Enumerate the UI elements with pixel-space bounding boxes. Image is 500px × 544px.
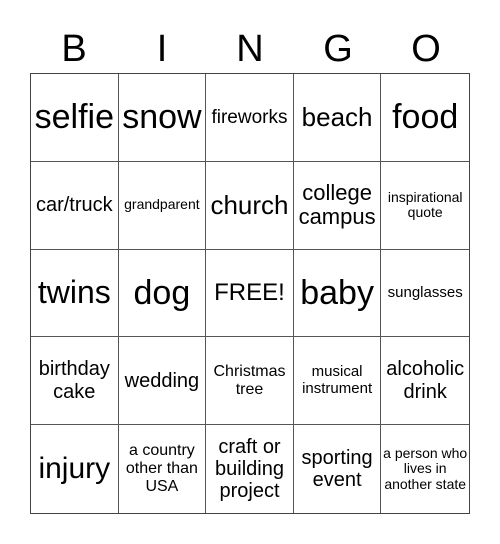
bingo-header: B I N G O — [30, 26, 470, 72]
bingo-cell[interactable]: a person who lives in another state — [381, 425, 469, 513]
bingo-cell[interactable]: alcoholic drink — [381, 337, 469, 426]
bingo-cell[interactable]: college campus — [293, 161, 382, 250]
bingo-cell[interactable]: church — [206, 161, 294, 250]
bingo-cell[interactable]: grandparent — [118, 161, 207, 250]
bingo-cell[interactable]: twins — [31, 249, 119, 338]
bingo-cell[interactable]: inspirational quote — [381, 162, 469, 250]
bingo-cell[interactable]: wedding — [118, 337, 207, 426]
bingo-cell[interactable]: fireworks — [206, 74, 294, 162]
header-letter-i: I — [156, 28, 168, 70]
bingo-cell[interactable]: a country other than USA — [119, 425, 207, 513]
bingo-cell[interactable]: birthday cake — [31, 337, 119, 426]
bingo-cell[interactable]: sunglasses — [381, 250, 469, 338]
bingo-cell[interactable]: musical instrument — [293, 337, 382, 426]
header-letter-g: G — [323, 28, 353, 70]
bingo-cell[interactable]: sporting event — [294, 425, 382, 513]
bingo-cell[interactable]: car/truck — [31, 161, 119, 250]
header-letter-o: O — [411, 28, 441, 70]
header-letter-n: N — [236, 28, 264, 70]
bingo-cell[interactable]: dog — [118, 249, 207, 338]
bingo-cell[interactable]: baby — [293, 249, 382, 338]
bingo-cell[interactable]: craft or building project — [206, 425, 294, 513]
free-space[interactable]: FREE! — [206, 249, 294, 338]
bingo-cell[interactable]: beach — [293, 74, 382, 162]
bingo-cell[interactable]: Christmas tree — [206, 337, 294, 426]
bingo-cell[interactable]: food — [381, 74, 469, 162]
bingo-cell[interactable]: snow — [118, 74, 207, 162]
header-letter-b: B — [61, 28, 87, 70]
bingo-cell[interactable]: injury — [31, 425, 119, 513]
bingo-grid: selfie snow fireworks beach food car/tru… — [30, 73, 470, 514]
bingo-cell[interactable]: selfie — [31, 74, 119, 162]
